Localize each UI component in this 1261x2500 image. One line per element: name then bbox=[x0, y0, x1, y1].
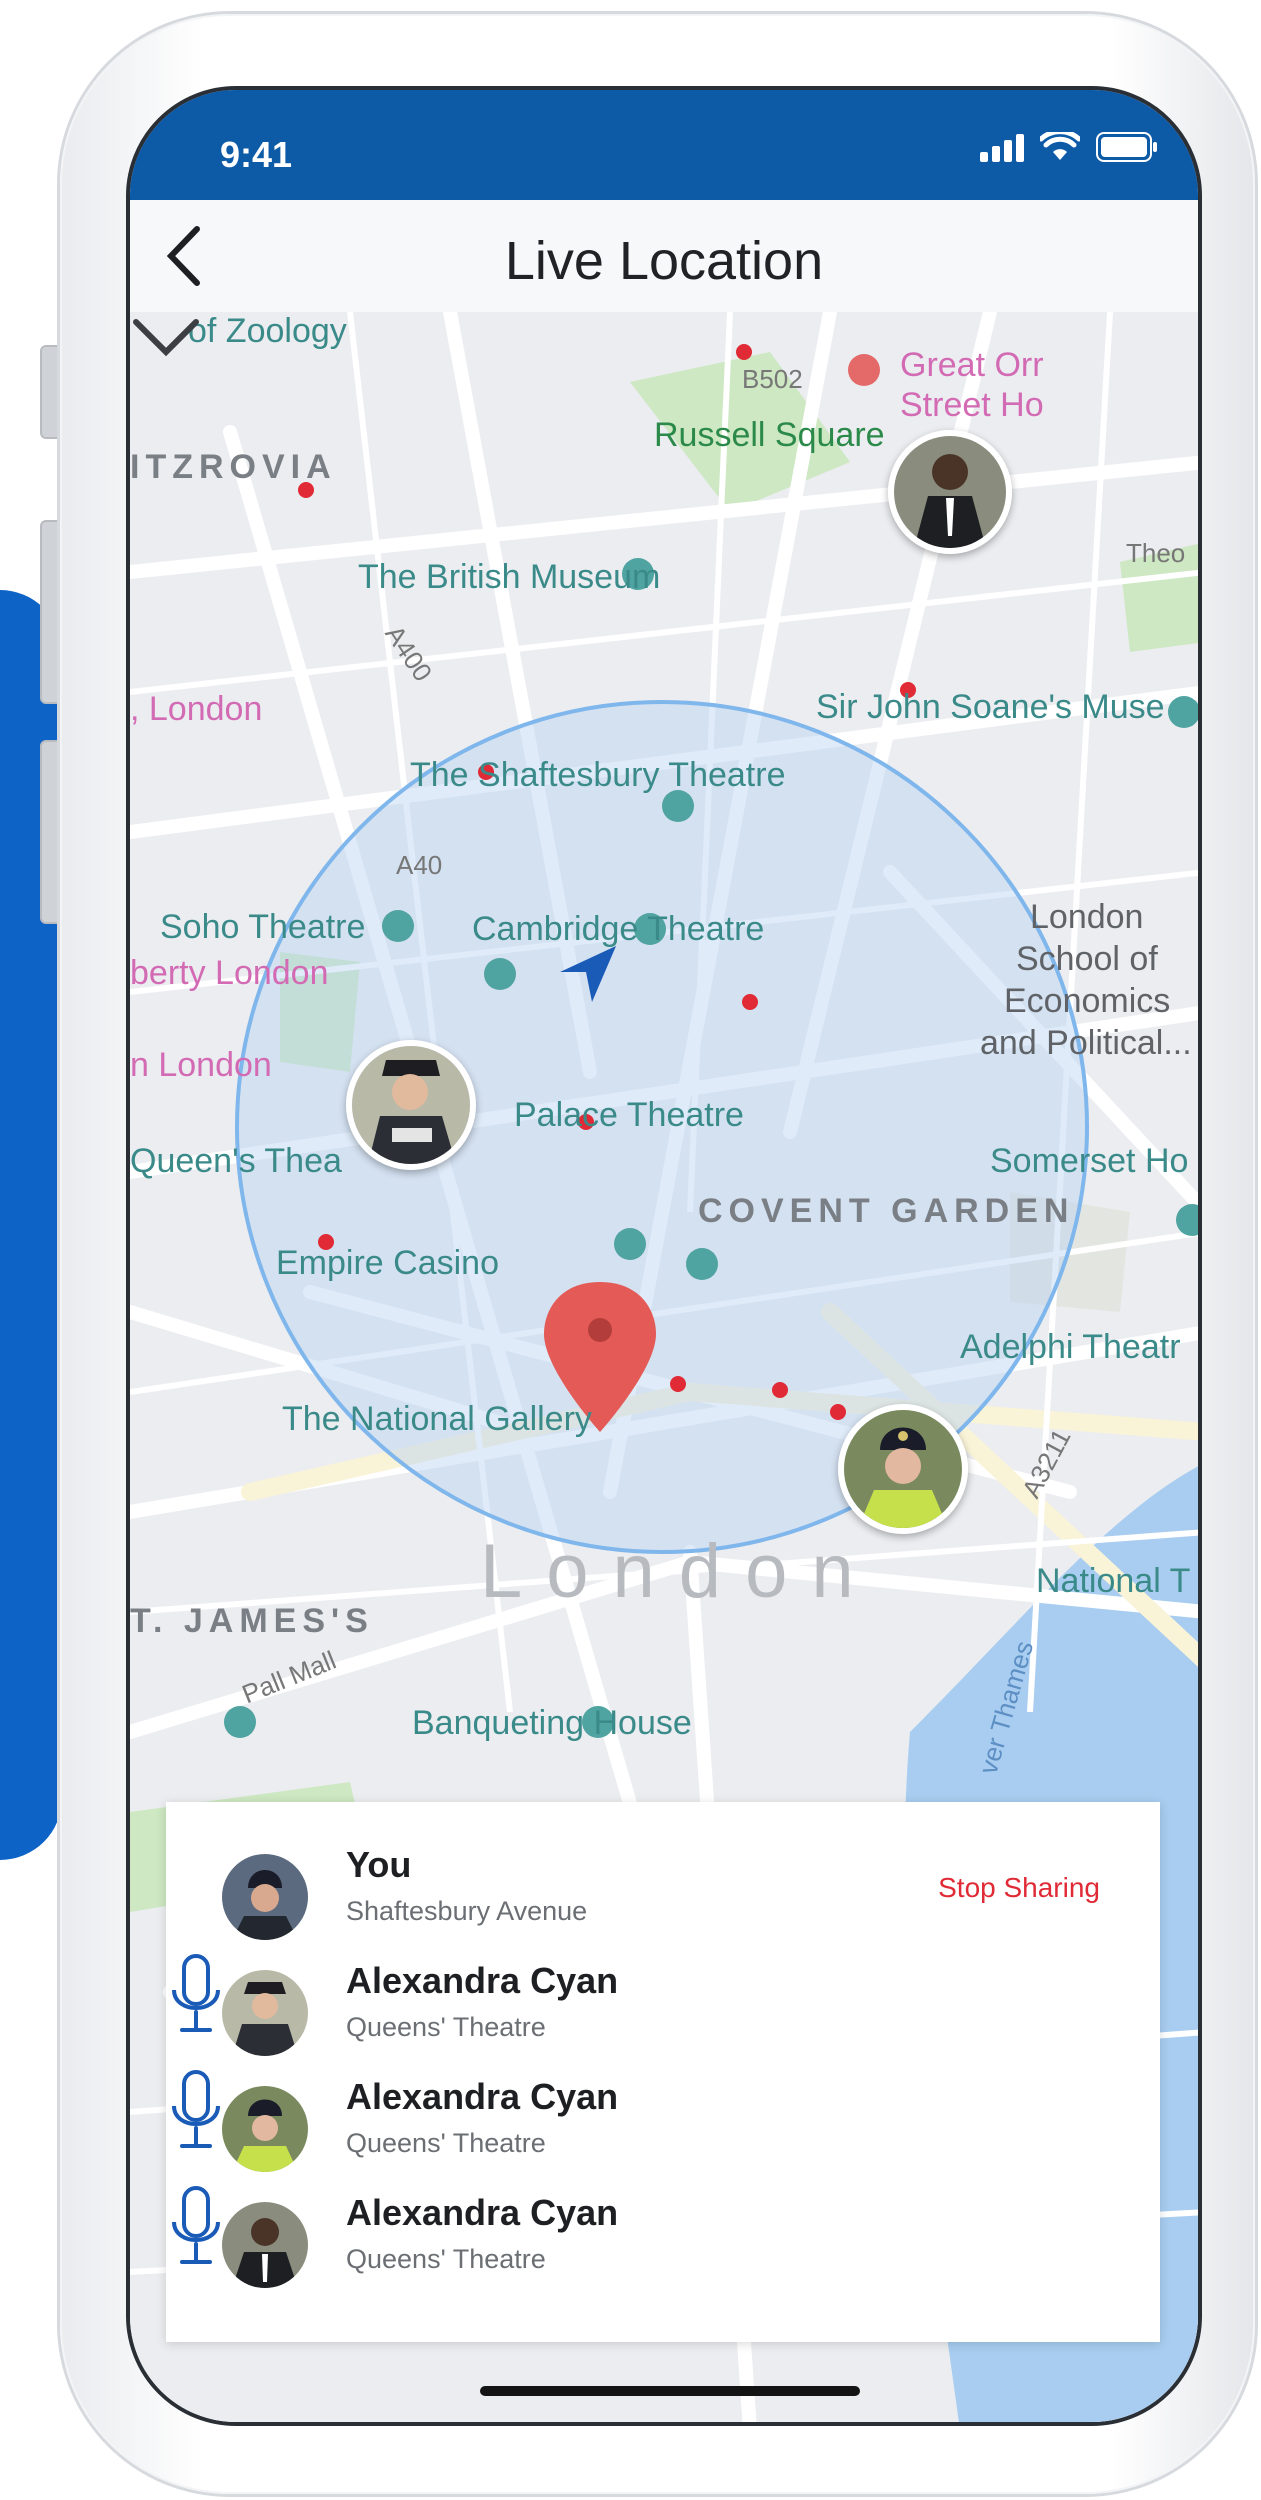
person-location: Queens' Theatre bbox=[346, 2128, 546, 2158]
map-label: T. JAMES'S bbox=[130, 1602, 374, 1640]
map-label: berty London bbox=[130, 954, 329, 992]
map-label: Great Orr bbox=[900, 346, 1044, 384]
map-label: , London bbox=[130, 690, 263, 728]
home-indicator[interactable] bbox=[480, 2386, 860, 2396]
person-location: Queens' Theatre bbox=[346, 2244, 546, 2274]
map-label: Cambridge Theatre bbox=[472, 910, 765, 948]
map-label: and Political... bbox=[980, 1024, 1192, 1062]
avatar[interactable] bbox=[838, 1404, 968, 1534]
avatar bbox=[222, 2202, 308, 2288]
person-name: Alexandra Cyan bbox=[346, 2192, 619, 2233]
avatar bbox=[222, 1854, 308, 1940]
map-label: School of bbox=[1016, 940, 1158, 978]
list-item[interactable]: You Shaftesbury Avenue Stop Sharing bbox=[166, 1836, 1160, 1946]
avatar[interactable] bbox=[346, 1040, 476, 1170]
map-label: Adelphi Theatr bbox=[960, 1328, 1181, 1366]
map-label: Empire Casino bbox=[276, 1244, 499, 1282]
map-label: Theo bbox=[1126, 538, 1186, 568]
phone-volume-up bbox=[40, 520, 62, 704]
list-item[interactable]: Alexandra Cyan Queens' Theatre bbox=[166, 2184, 1160, 2294]
map-label: Street Ho bbox=[900, 386, 1044, 424]
nav-bar: Live Location bbox=[130, 200, 1198, 313]
map-label: n London bbox=[130, 1046, 272, 1084]
person-name: Alexandra Cyan bbox=[346, 1960, 619, 2001]
map-label: COVENT GARDEN bbox=[698, 1192, 1075, 1230]
microphone-icon[interactable] bbox=[166, 2068, 226, 2154]
map-label: Economics bbox=[1004, 982, 1171, 1020]
map-label: Soho Theatre bbox=[160, 908, 366, 946]
map-label: London bbox=[1030, 898, 1144, 936]
person-location: Queens' Theatre bbox=[346, 2012, 546, 2042]
phone-screen: 9:41 Live Location of Zoology B502 Great… bbox=[126, 86, 1202, 2426]
person-name: You bbox=[346, 1844, 412, 1885]
map-label: Banqueting House bbox=[412, 1704, 692, 1742]
wifi-icon bbox=[1038, 129, 1082, 167]
map-label: National T bbox=[1036, 1562, 1191, 1600]
status-icons bbox=[980, 129, 1158, 167]
chevron-down-icon[interactable] bbox=[130, 312, 202, 362]
map-label: Somerset Ho bbox=[990, 1142, 1189, 1180]
status-time: 9:41 bbox=[220, 134, 293, 175]
sharing-panel: You Shaftesbury Avenue Stop Sharing Alex… bbox=[166, 1802, 1160, 2342]
microphone-icon[interactable] bbox=[166, 1952, 226, 2038]
map-label: Palace Theatre bbox=[514, 1096, 744, 1134]
microphone-icon[interactable] bbox=[166, 2184, 226, 2270]
map-label: London bbox=[480, 1529, 878, 1614]
signal-icon bbox=[980, 134, 1024, 167]
map-label: B502 bbox=[742, 364, 803, 394]
person-name: Alexandra Cyan bbox=[346, 2076, 619, 2117]
map-view[interactable]: of Zoology B502 Great Orr Street Ho ITZR… bbox=[130, 312, 1198, 2422]
stop-sharing-button[interactable]: Stop Sharing bbox=[938, 1872, 1100, 1904]
status-bar: 9:41 bbox=[130, 90, 1198, 200]
avatar bbox=[222, 2086, 308, 2172]
list-item[interactable]: Alexandra Cyan Queens' Theatre bbox=[166, 1952, 1160, 2062]
person-location: Shaftesbury Avenue bbox=[346, 1896, 588, 1926]
avatar bbox=[222, 1970, 308, 2056]
map-label: A40 bbox=[396, 850, 443, 880]
avatar[interactable] bbox=[888, 430, 1012, 554]
map-label: Sir John Soane's Muse bbox=[816, 688, 1165, 726]
phone-volume-down bbox=[40, 740, 62, 924]
battery-icon bbox=[1096, 132, 1158, 167]
map-label: of Zoology bbox=[188, 312, 347, 350]
phone-silent-switch bbox=[40, 345, 62, 439]
page-title: Live Location bbox=[504, 231, 824, 291]
map-label: The British Museum bbox=[358, 558, 661, 596]
map-label: The Shaftesbury Theatre bbox=[410, 756, 786, 794]
map-label: Queen's Thea bbox=[130, 1142, 342, 1180]
map-label: Russell Square bbox=[654, 416, 885, 454]
list-item[interactable]: Alexandra Cyan Queens' Theatre bbox=[166, 2068, 1160, 2178]
map-label: The National Gallery bbox=[282, 1400, 592, 1438]
map-label: ITZROVIA bbox=[130, 448, 337, 486]
